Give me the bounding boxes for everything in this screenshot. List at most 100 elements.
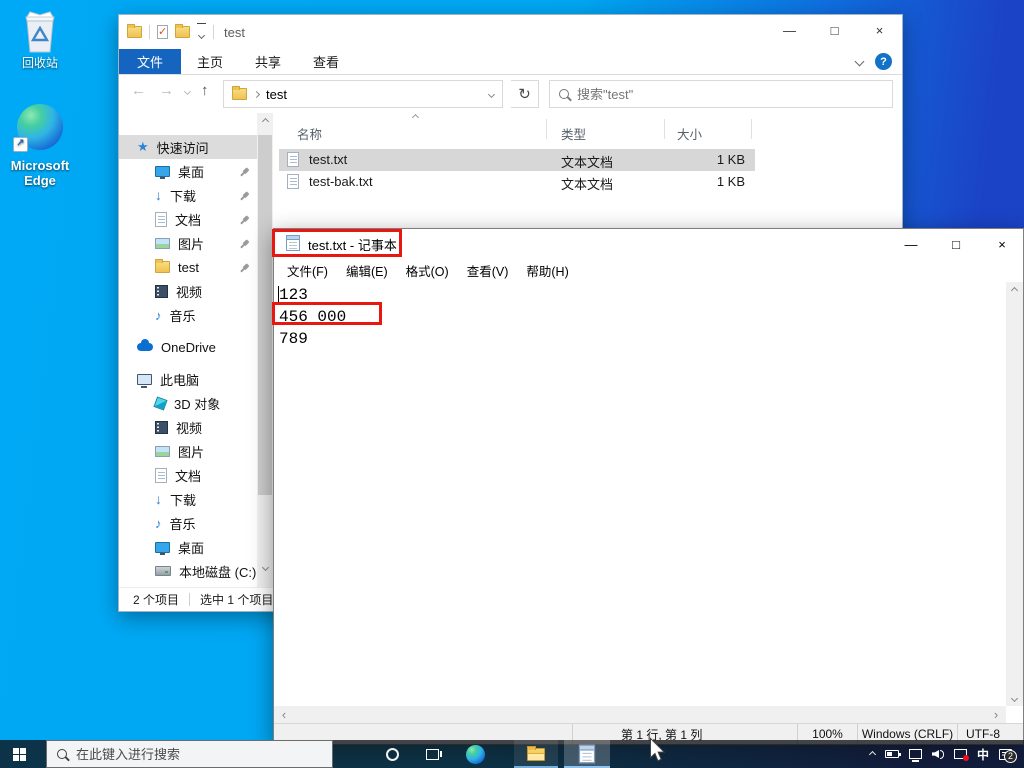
maximize-button[interactable]: □ [812,15,857,45]
battery-icon[interactable] [885,750,899,758]
search-input[interactable] [577,87,883,102]
sidebar-item-test[interactable]: test [119,255,257,279]
start-button[interactable] [0,740,46,768]
disk-icon [155,566,171,576]
recent-pages-icon[interactable] [184,88,191,95]
sidebar-item-desktop-pc[interactable]: 桌面 [119,535,257,559]
taskbar-search-input[interactable] [76,747,322,762]
notification-center-icon[interactable]: 2 [999,749,1012,760]
separator [149,25,150,39]
desktop-icon-label: Edge [0,173,80,188]
sidebar-item-pictures[interactable]: 图片 [119,231,257,255]
column-header-name[interactable]: 名称 [297,124,322,143]
notepad-text-area[interactable]: 123 456 000 789 [274,282,1006,706]
address-dropdown-icon[interactable] [488,90,495,97]
selected-count: 选中 1 个项目 [200,591,273,608]
recycle-bin-icon [20,10,60,54]
network-icon[interactable] [909,749,922,759]
menu-file[interactable]: 文件(F) [278,261,337,280]
explorer-titlebar[interactable]: test — □ × [119,15,902,49]
sidebar-item-documents-pc[interactable]: 文档 [119,463,257,487]
text-file-icon [287,174,299,189]
taskbar-edge-button[interactable] [455,740,495,768]
sidebar-item-this-pc[interactable]: 此电脑 [119,367,257,391]
scroll-left-icon[interactable]: ‹ [276,706,292,723]
tab-view[interactable]: 查看 [297,49,355,74]
menu-help[interactable]: 帮助(H) [517,261,577,280]
taskbar-notepad-button[interactable] [564,740,610,768]
help-icon[interactable]: ? [875,53,892,70]
column-header-size[interactable]: 大小 [677,124,702,143]
pin-icon [238,261,251,274]
menu-edit[interactable]: 编辑(E) [337,261,397,280]
search-box[interactable] [549,80,893,108]
tab-share[interactable]: 共享 [239,49,297,74]
folder-icon [127,26,142,38]
column-header-type[interactable]: 类型 [561,124,586,143]
up-button[interactable]: ↑ [201,82,209,99]
horizontal-scrollbar[interactable]: ‹ › [274,706,1006,723]
new-folder-icon[interactable] [175,26,190,38]
sidebar-item-desktop[interactable]: 桌面 [119,159,257,183]
scroll-down-icon[interactable] [257,559,273,575]
tab-file[interactable]: 文件 [119,49,181,74]
ribbon-collapse-icon[interactable] [855,57,865,67]
sidebar-item-local-disk-c[interactable]: 本地磁盘 (C:) [119,559,257,583]
annotation-box-title [272,229,402,257]
file-row-test-bak-txt[interactable]: test-bak.txt 文本文档 1 KB [273,171,902,193]
volume-icon[interactable] [932,750,944,759]
refresh-button[interactable]: ↻ [511,80,539,108]
videos-icon [155,285,168,298]
downloads-icon: ↓ [155,493,162,505]
desktop-icon-edge[interactable]: Microsoft Edge [0,104,80,188]
scroll-up-icon[interactable] [1006,282,1022,298]
cortana-button[interactable] [372,740,412,768]
tab-home[interactable]: 主页 [181,49,239,74]
sidebar-item-label: 文档 [175,210,201,229]
desktop-icon-recycle-bin[interactable]: 回收站 [0,10,80,71]
quick-access-icon: ★ [137,139,149,155]
input-indicator-icon[interactable] [954,749,967,759]
mouse-cursor [648,737,666,763]
ime-indicator[interactable]: 中 [977,746,989,763]
sidebar-item-music[interactable]: ♪ 音乐 [119,303,257,327]
maximize-button[interactable]: □ [934,229,978,259]
music-icon: ♪ [155,516,162,531]
file-name: test-bak.txt [309,174,373,189]
task-view-button[interactable] [412,740,452,768]
back-button[interactable]: ← [131,82,146,99]
scroll-down-icon[interactable] [1006,690,1022,706]
sidebar-item-quick-access[interactable]: ★ 快速访问 [119,135,257,159]
folder-icon [232,88,247,100]
sidebar-item-downloads-pc[interactable]: ↓ 下载 [119,487,257,511]
tray-expand-icon[interactable] [869,750,876,757]
sidebar-item-onedrive[interactable]: OneDrive [119,335,257,359]
sidebar-item-documents[interactable]: 文档 [119,207,257,231]
breadcrumb[interactable]: test [266,87,287,102]
sidebar-scrollbar[interactable] [257,113,273,587]
vertical-scrollbar[interactable] [1006,282,1023,706]
scroll-right-icon[interactable]: › [988,706,1004,723]
scroll-up-icon[interactable] [257,113,273,129]
sidebar-item-videos-pc[interactable]: 视频 [119,415,257,439]
close-button[interactable]: × [857,15,902,45]
forward-button[interactable]: → [159,82,174,99]
address-bar[interactable]: test [223,80,503,108]
scrollbar-thumb[interactable] [258,135,272,495]
notepad-menubar: 文件(F) 编辑(E) 格式(O) 查看(V) 帮助(H) [274,259,1023,282]
sidebar-item-videos[interactable]: 视频 [119,279,257,303]
menu-format[interactable]: 格式(O) [397,261,458,280]
minimize-button[interactable]: — [767,15,812,45]
file-row-test-txt[interactable]: test.txt 文本文档 1 KB [273,149,902,171]
sidebar-item-music-pc[interactable]: ♪ 音乐 [119,511,257,535]
close-button[interactable]: × [980,229,1024,259]
taskbar-search[interactable] [46,740,333,768]
sidebar-item-3d-objects[interactable]: 3D 对象 [119,391,257,415]
sidebar-item-pictures-pc[interactable]: 图片 [119,439,257,463]
minimize-button[interactable]: — [889,229,933,259]
customize-toolbar-icon[interactable] [197,23,206,41]
sidebar-item-downloads[interactable]: ↓ 下载 [119,183,257,207]
properties-icon[interactable] [157,25,168,39]
menu-view[interactable]: 查看(V) [458,261,518,280]
taskbar-explorer-button[interactable] [514,740,558,768]
